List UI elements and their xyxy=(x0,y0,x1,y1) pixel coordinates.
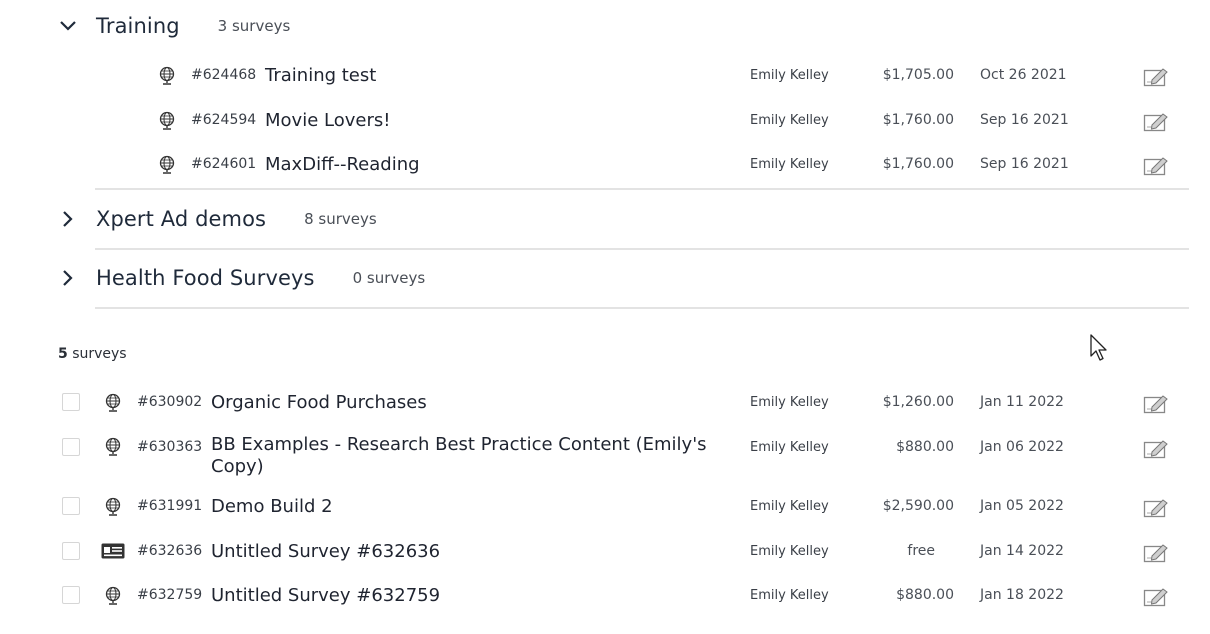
survey-date: Sep 16 2021 xyxy=(980,156,1069,172)
survey-owner: Emily Kelley xyxy=(750,68,829,83)
row-checkbox[interactable] xyxy=(62,393,80,411)
edit-icon[interactable] xyxy=(1143,438,1169,460)
survey-name[interactable]: Demo Build 2 xyxy=(211,496,333,518)
survey-owner: Emily Kelley xyxy=(750,395,829,410)
survey-id: #624594 xyxy=(191,112,257,128)
survey-id: #624601 xyxy=(191,156,257,172)
survey-price: $1,760.00 xyxy=(882,112,954,128)
survey-total-label: surveys xyxy=(67,346,127,362)
edit-icon[interactable] xyxy=(1143,393,1169,415)
folder-header-xpert-ad-demos[interactable]: Xpert Ad demos 8 surveys xyxy=(58,204,377,234)
survey-id: #624468 xyxy=(191,67,257,83)
survey-owner: Emily Kelley xyxy=(750,157,829,172)
survey-price: $1,705.00 xyxy=(882,67,954,83)
edit-icon[interactable] xyxy=(1143,542,1169,564)
survey-price: $1,760.00 xyxy=(882,156,954,172)
folder-header-health-food-surveys[interactable]: Health Food Surveys 0 surveys xyxy=(58,263,425,293)
survey-name[interactable]: Untitled Survey #632759 xyxy=(211,585,440,607)
folder-header-training[interactable]: Training 3 surveys xyxy=(58,11,290,41)
folder-name[interactable]: Training xyxy=(96,14,180,38)
row-checkbox[interactable] xyxy=(62,542,80,560)
chevron-down-icon[interactable] xyxy=(58,16,78,36)
survey-owner: Emily Kelley xyxy=(750,588,829,603)
folder-name[interactable]: Health Food Surveys xyxy=(96,266,315,290)
globe-icon xyxy=(159,155,175,174)
survey-price: $880.00 xyxy=(896,587,954,603)
survey-id: #632759 xyxy=(137,587,203,603)
globe-icon xyxy=(159,111,175,130)
survey-price: $1,260.00 xyxy=(882,394,954,410)
survey-owner: Emily Kelley xyxy=(750,440,829,455)
folder-count: 8 surveys xyxy=(304,210,377,228)
globe-icon xyxy=(105,586,121,605)
row-checkbox[interactable] xyxy=(62,438,80,456)
survey-owner: Emily Kelley xyxy=(750,544,829,559)
survey-id: #631991 xyxy=(137,498,203,514)
survey-owner: Emily Kelley xyxy=(750,113,829,128)
survey-date: Jan 06 2022 xyxy=(980,439,1064,455)
survey-date: Jan 14 2022 xyxy=(980,543,1064,559)
folder-count: 3 surveys xyxy=(217,17,291,35)
survey-date: Jan 05 2022 xyxy=(980,498,1064,514)
survey-id: #632636 xyxy=(137,543,203,559)
survey-total: 5 surveys xyxy=(58,346,127,362)
survey-date: Sep 16 2021 xyxy=(980,112,1069,128)
id-card-icon xyxy=(101,543,125,559)
globe-icon xyxy=(105,393,121,412)
survey-name[interactable]: Organic Food Purchases xyxy=(211,392,427,414)
survey-date: Oct 26 2021 xyxy=(980,67,1067,83)
divider xyxy=(95,307,1189,309)
chevron-right-icon[interactable] xyxy=(58,268,78,288)
survey-name[interactable]: Training test xyxy=(265,65,376,87)
survey-date: Jan 18 2022 xyxy=(980,587,1064,603)
survey-name[interactable]: Movie Lovers! xyxy=(265,110,390,132)
edit-icon[interactable] xyxy=(1143,586,1169,608)
survey-name[interactable]: MaxDiff--Reading xyxy=(265,154,420,176)
survey-date: Jan 11 2022 xyxy=(980,394,1064,410)
edit-icon[interactable] xyxy=(1143,111,1169,133)
folder-name[interactable]: Xpert Ad demos xyxy=(96,207,266,231)
divider xyxy=(95,188,1189,190)
mouse-cursor-icon xyxy=(1090,334,1107,361)
survey-price: free xyxy=(907,543,935,559)
divider xyxy=(95,248,1189,250)
edit-icon[interactable] xyxy=(1143,155,1169,177)
survey-price: $2,590.00 xyxy=(882,498,954,514)
row-checkbox[interactable] xyxy=(62,586,80,604)
edit-icon[interactable] xyxy=(1143,497,1169,519)
globe-icon xyxy=(105,437,121,456)
survey-name[interactable]: Untitled Survey #632636 xyxy=(211,541,440,563)
folder-count: 0 surveys xyxy=(352,269,426,287)
survey-total-count: 5 xyxy=(58,346,68,362)
survey-id: #630363 xyxy=(137,439,203,455)
survey-name[interactable]: BB Examples - Research Best Practice Con… xyxy=(211,434,711,478)
survey-id: #630902 xyxy=(137,394,203,410)
row-checkbox[interactable] xyxy=(62,497,80,515)
edit-icon[interactable] xyxy=(1143,66,1169,88)
survey-owner: Emily Kelley xyxy=(750,499,829,514)
globe-icon xyxy=(159,66,175,85)
chevron-right-icon[interactable] xyxy=(58,209,78,229)
survey-price: $880.00 xyxy=(896,439,954,455)
globe-icon xyxy=(105,497,121,516)
